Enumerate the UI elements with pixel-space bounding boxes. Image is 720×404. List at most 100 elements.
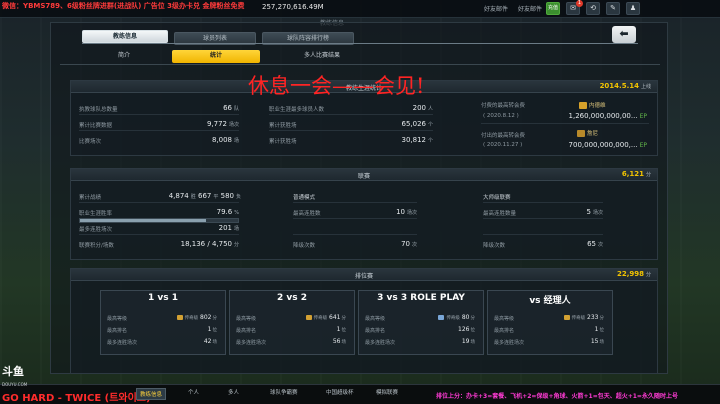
rank-icon — [438, 315, 445, 320]
league-value: 18,136 / 4,750 分 — [180, 240, 239, 248]
top-icons: 充值 ✉ 1 ⟲ ✎ ♟ — [546, 0, 640, 15]
mode-card-label: 最多连胜场次 — [236, 340, 267, 346]
refresh-icon[interactable]: ⟲ — [586, 2, 600, 15]
top-bar: 微信：YBMS789、6级粉丝牌进群(进战队) 广告位 3级办卡兑 金牌粉丝免费… — [0, 0, 720, 18]
mode-card-title: 1 vs 1 — [147, 293, 178, 303]
league-section: 联赛 6,121 分 累计战绩 4,874 胜 667 平 580 负 职业生涯胜率 7… — [70, 168, 658, 260]
mode-card-1v1[interactable]: 1 vs 1 最高等级 传奇级 802分 最高排名 1位 最多连胜场次 42场 — [100, 290, 226, 355]
league-value: 201 场 — [218, 224, 239, 232]
top-links: 好友邮件 好友邮件 — [484, 4, 542, 13]
recharge-icon[interactable]: 充值 — [546, 2, 560, 15]
mode-card-label: 最高等级 — [107, 316, 128, 322]
separator — [269, 114, 433, 115]
rank-icon — [563, 315, 570, 320]
stream-overlay-banner: 休息一会——会见! — [248, 74, 425, 98]
now-playing-text: GO HARD - TWICE (트와이스) — [2, 393, 151, 404]
nav-team-battle[interactable]: 球队争霸赛 — [270, 388, 298, 396]
league-header: 联赛 6,121 分 — [71, 169, 657, 181]
ranked-header: 排位赛 22,998 分 — [71, 269, 657, 281]
career-value: 66 队 — [223, 104, 239, 112]
friends-mail-link[interactable]: 好友邮件 — [484, 4, 508, 13]
mode-card-value: 1位 — [207, 326, 217, 333]
transfer-fee-value: 1,260,000,000,00... EP — [568, 112, 647, 120]
league-value: 5 场次 — [586, 208, 603, 216]
edit-icon[interactable]: ✎ — [606, 2, 620, 15]
stream-overlay-text: 微信：YBMS789、6级粉丝牌进群(进战队) 广告位 3级办卡兑 金牌粉丝免费 — [2, 2, 245, 10]
nav-super-cup[interactable]: 中国超级杯 — [326, 388, 354, 396]
separator — [79, 202, 239, 203]
mode-card-label: 最高等级 — [365, 316, 386, 322]
douyu-logo: 斗鱼 DOUYU.COM — [2, 365, 28, 387]
career-label: 累计比赛数据 — [79, 123, 113, 129]
league-label: 最高连胜数 — [293, 211, 321, 217]
friends-mail-link-2[interactable]: 好友邮件 — [518, 4, 542, 13]
separator — [483, 218, 603, 219]
league-record: 4,874 胜 667 平 580 负 — [168, 192, 241, 200]
mode-card-value: 56场 — [332, 338, 346, 345]
mail-badge: 1 — [575, 0, 583, 7]
mode-card-value: 42场 — [203, 338, 217, 345]
subtab-intro[interactable]: 简介 — [108, 50, 140, 63]
league-mode-label: 大师级联赛 — [483, 195, 511, 201]
transfer-player-tag: 詹尼 — [577, 129, 598, 137]
mode-card-label: 最高排名 — [236, 328, 257, 334]
subtab-divider — [60, 64, 660, 65]
mode-card-value: 1位 — [336, 326, 346, 333]
tab-coach-info[interactable]: 教练信息 — [82, 30, 168, 43]
mode-card-label: 最多连胜场次 — [107, 340, 138, 346]
stream-marquee-text: 排位上分：办卡+3=套餐、飞机+2=保级+角球、火箭+1=包天、超火+1=永久随… — [436, 393, 678, 400]
league-label: 累计战绩 — [79, 195, 102, 201]
mail-icon[interactable]: ✉ 1 — [566, 0, 583, 15]
career-value: 9,772 场次 — [206, 120, 239, 128]
subtab-multiplayer-results[interactable]: 多人比赛结果 — [282, 50, 362, 63]
nav-coach-info[interactable]: 教练信息 — [136, 388, 167, 400]
ranked-title: 排位赛 — [354, 273, 373, 280]
league-value: 70 次 — [401, 240, 417, 248]
career-label: 职业生涯最多球员人数 — [269, 107, 325, 113]
nav-multiplayer[interactable]: 多人 — [228, 388, 239, 396]
back-button[interactable]: ⬅ — [612, 26, 636, 43]
rank-icon — [176, 315, 183, 320]
career-start-date: 2014.5.14 上线 — [599, 82, 651, 90]
transfer-fee-date: ( 2020.8.12 ) — [483, 113, 519, 119]
league-win-rate: 79.6% — [216, 208, 239, 216]
mode-card-3v3[interactable]: 3 vs 3 ROLE PLAY 最高等级 传奇级 80分 最高排名 126位 … — [358, 290, 484, 355]
mode-card-label: 最高排名 — [107, 328, 128, 334]
mode-card-value: 传奇级 80分 — [438, 314, 475, 321]
separator — [269, 130, 433, 131]
transfer-fee-label: 付费的最高转会费 — [481, 103, 526, 109]
mode-card-title: 2 vs 2 — [276, 293, 307, 303]
nav-personal[interactable]: 个人 — [188, 388, 199, 396]
win-rate-bar-fill — [80, 219, 206, 222]
career-label: 累计获胜场 — [269, 139, 297, 145]
mode-card-manager[interactable]: vs 经理人 最高等级 传奇级 233分 最高排名 1位 最多连胜场次 15场 — [487, 290, 613, 355]
user-icon[interactable]: ♟ — [626, 2, 640, 15]
separator — [293, 234, 417, 235]
currency-display: 257,270,616.49M — [262, 3, 324, 11]
mode-card-title: 3 vs 3 ROLE PLAY — [377, 293, 465, 303]
player-card-icon — [579, 102, 587, 109]
league-label: 联赛积分/场数 — [79, 243, 114, 249]
transfer-fee-date: ( 2020.11.27 ) — [483, 142, 523, 148]
mode-card-label: 最多连胜场次 — [494, 340, 525, 346]
league-value: 65 次 — [587, 240, 603, 248]
career-value: 8,008 场 — [211, 136, 239, 144]
ranked-score: 22,998 分 — [616, 270, 651, 278]
career-value: 30,812 个 — [401, 136, 433, 144]
mode-card-2v2[interactable]: 2 vs 2 最高等级 传奇级 641分 最高排名 1位 最多连胜场次 56场 — [229, 290, 355, 355]
subtab-stats[interactable]: 统计 — [172, 50, 260, 63]
league-label: 降级次数 — [483, 243, 506, 249]
separator — [79, 130, 239, 131]
mode-card-value: 126位 — [458, 326, 475, 333]
mode-card-value: 传奇级 233分 — [563, 314, 604, 321]
mode-card-value: 15场 — [590, 338, 604, 345]
mode-card-title: vs 经理人 — [529, 296, 571, 306]
league-label: 最多连胜场次 — [79, 227, 113, 233]
career-label: 执教球队总数量 — [79, 107, 118, 113]
mode-card-value: 传奇级 802分 — [176, 314, 217, 321]
mode-card-label: 最高等级 — [236, 316, 257, 322]
career-label: 累计获胜场 — [269, 123, 297, 129]
nav-sim-league[interactable]: 模拟联赛 — [376, 388, 398, 396]
mode-card-value: 传奇级 641分 — [305, 314, 346, 321]
league-label: 最高连胜数量 — [483, 211, 517, 217]
